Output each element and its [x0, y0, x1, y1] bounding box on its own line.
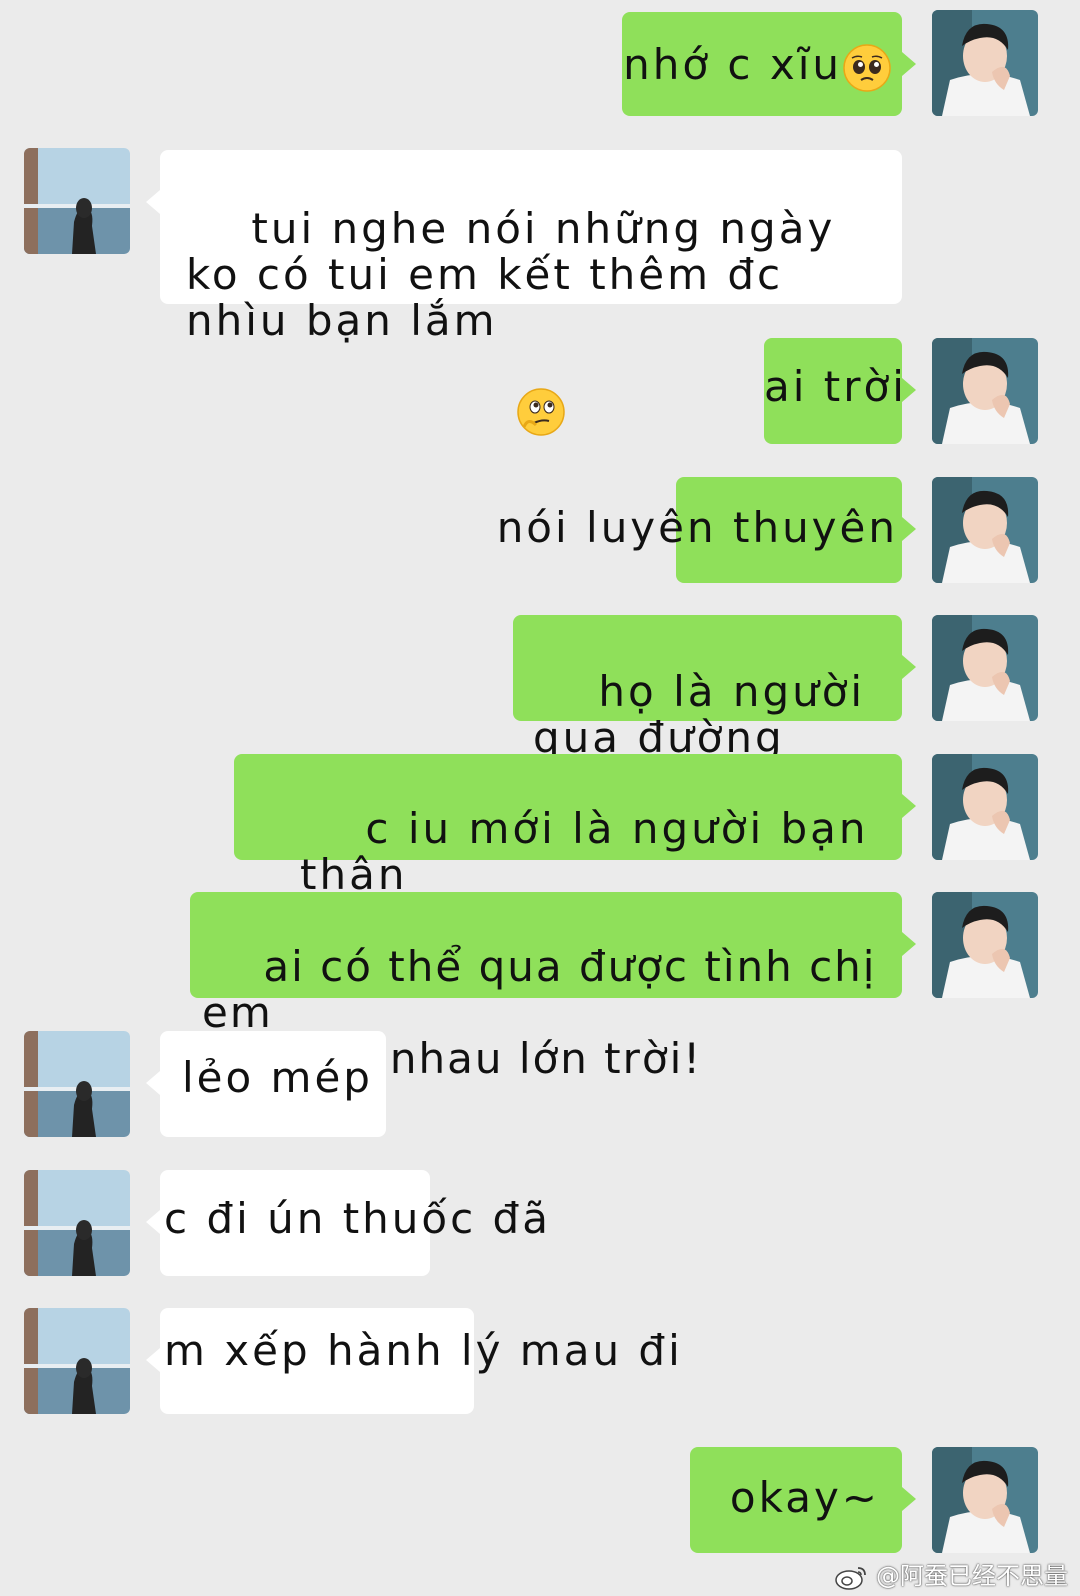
weibo-watermark: @阿蚕已经不思量 — [834, 1556, 1068, 1591]
avatar-self[interactable] — [932, 477, 1038, 583]
avatar-self[interactable] — [932, 892, 1038, 998]
thinking-face-icon — [516, 295, 566, 436]
message-bubble-outgoing[interactable]: ai có thể qua được tình chị em ta cùng n… — [190, 892, 916, 1082]
message-bubble-incoming[interactable]: lẻo mép — [146, 1031, 386, 1137]
message-bubble-incoming[interactable]: c đi ún thuốc đã — [146, 1170, 548, 1276]
avatar-self[interactable] — [932, 10, 1038, 116]
message-text: tui nghe nói những ngày ko có tui em kết… — [186, 204, 836, 345]
message-text: ai trời — [764, 362, 907, 411]
message-bubble-outgoing[interactable]: okay~ — [690, 1447, 916, 1553]
watermark-text: @阿蚕已经不思量 — [876, 1562, 1068, 1590]
message-bubble-outgoing[interactable]: họ là người qua đường thui~ — [513, 615, 916, 807]
message-text: c đi ún thuốc đã — [164, 1194, 551, 1243]
message-text: nhớ c xĩu — [623, 40, 842, 89]
message-text: nói luyên thuyên — [496, 503, 898, 552]
message-bubble-incoming[interactable]: tui nghe nói những ngày ko có tui em kết… — [146, 150, 902, 436]
avatar-self[interactable] — [932, 754, 1038, 860]
weibo-icon — [834, 1564, 868, 1590]
chat-area[interactable]: nhớ c xĩu tui nghe nói những ngày ko có … — [0, 0, 1080, 1595]
message-bubble-incoming[interactable]: m xếp hành lý mau đi — [146, 1308, 680, 1414]
message-bubble-outgoing[interactable]: nhớ c xĩu — [622, 12, 916, 116]
message-text: m xếp hành lý mau đi — [164, 1326, 683, 1375]
pleading-face-icon — [842, 43, 892, 93]
message-text: lẻo mép — [182, 1053, 373, 1102]
message-bubble-outgoing[interactable]: ai trời — [764, 338, 916, 444]
avatar-self[interactable] — [932, 615, 1038, 721]
avatar-self[interactable] — [932, 338, 1038, 444]
avatar-self[interactable] — [932, 1447, 1038, 1553]
avatar-contact[interactable] — [24, 1170, 130, 1276]
message-text: okay~ — [729, 1473, 880, 1522]
avatar-contact[interactable] — [24, 1031, 130, 1137]
avatar-contact[interactable] — [24, 148, 130, 254]
message-bubble-outgoing[interactable]: c iu mới là người bạn thân nhấttttt của … — [234, 754, 916, 944]
message-bubble-outgoing[interactable]: nói luyên thuyên — [497, 477, 916, 583]
avatar-contact[interactable] — [24, 1308, 130, 1414]
